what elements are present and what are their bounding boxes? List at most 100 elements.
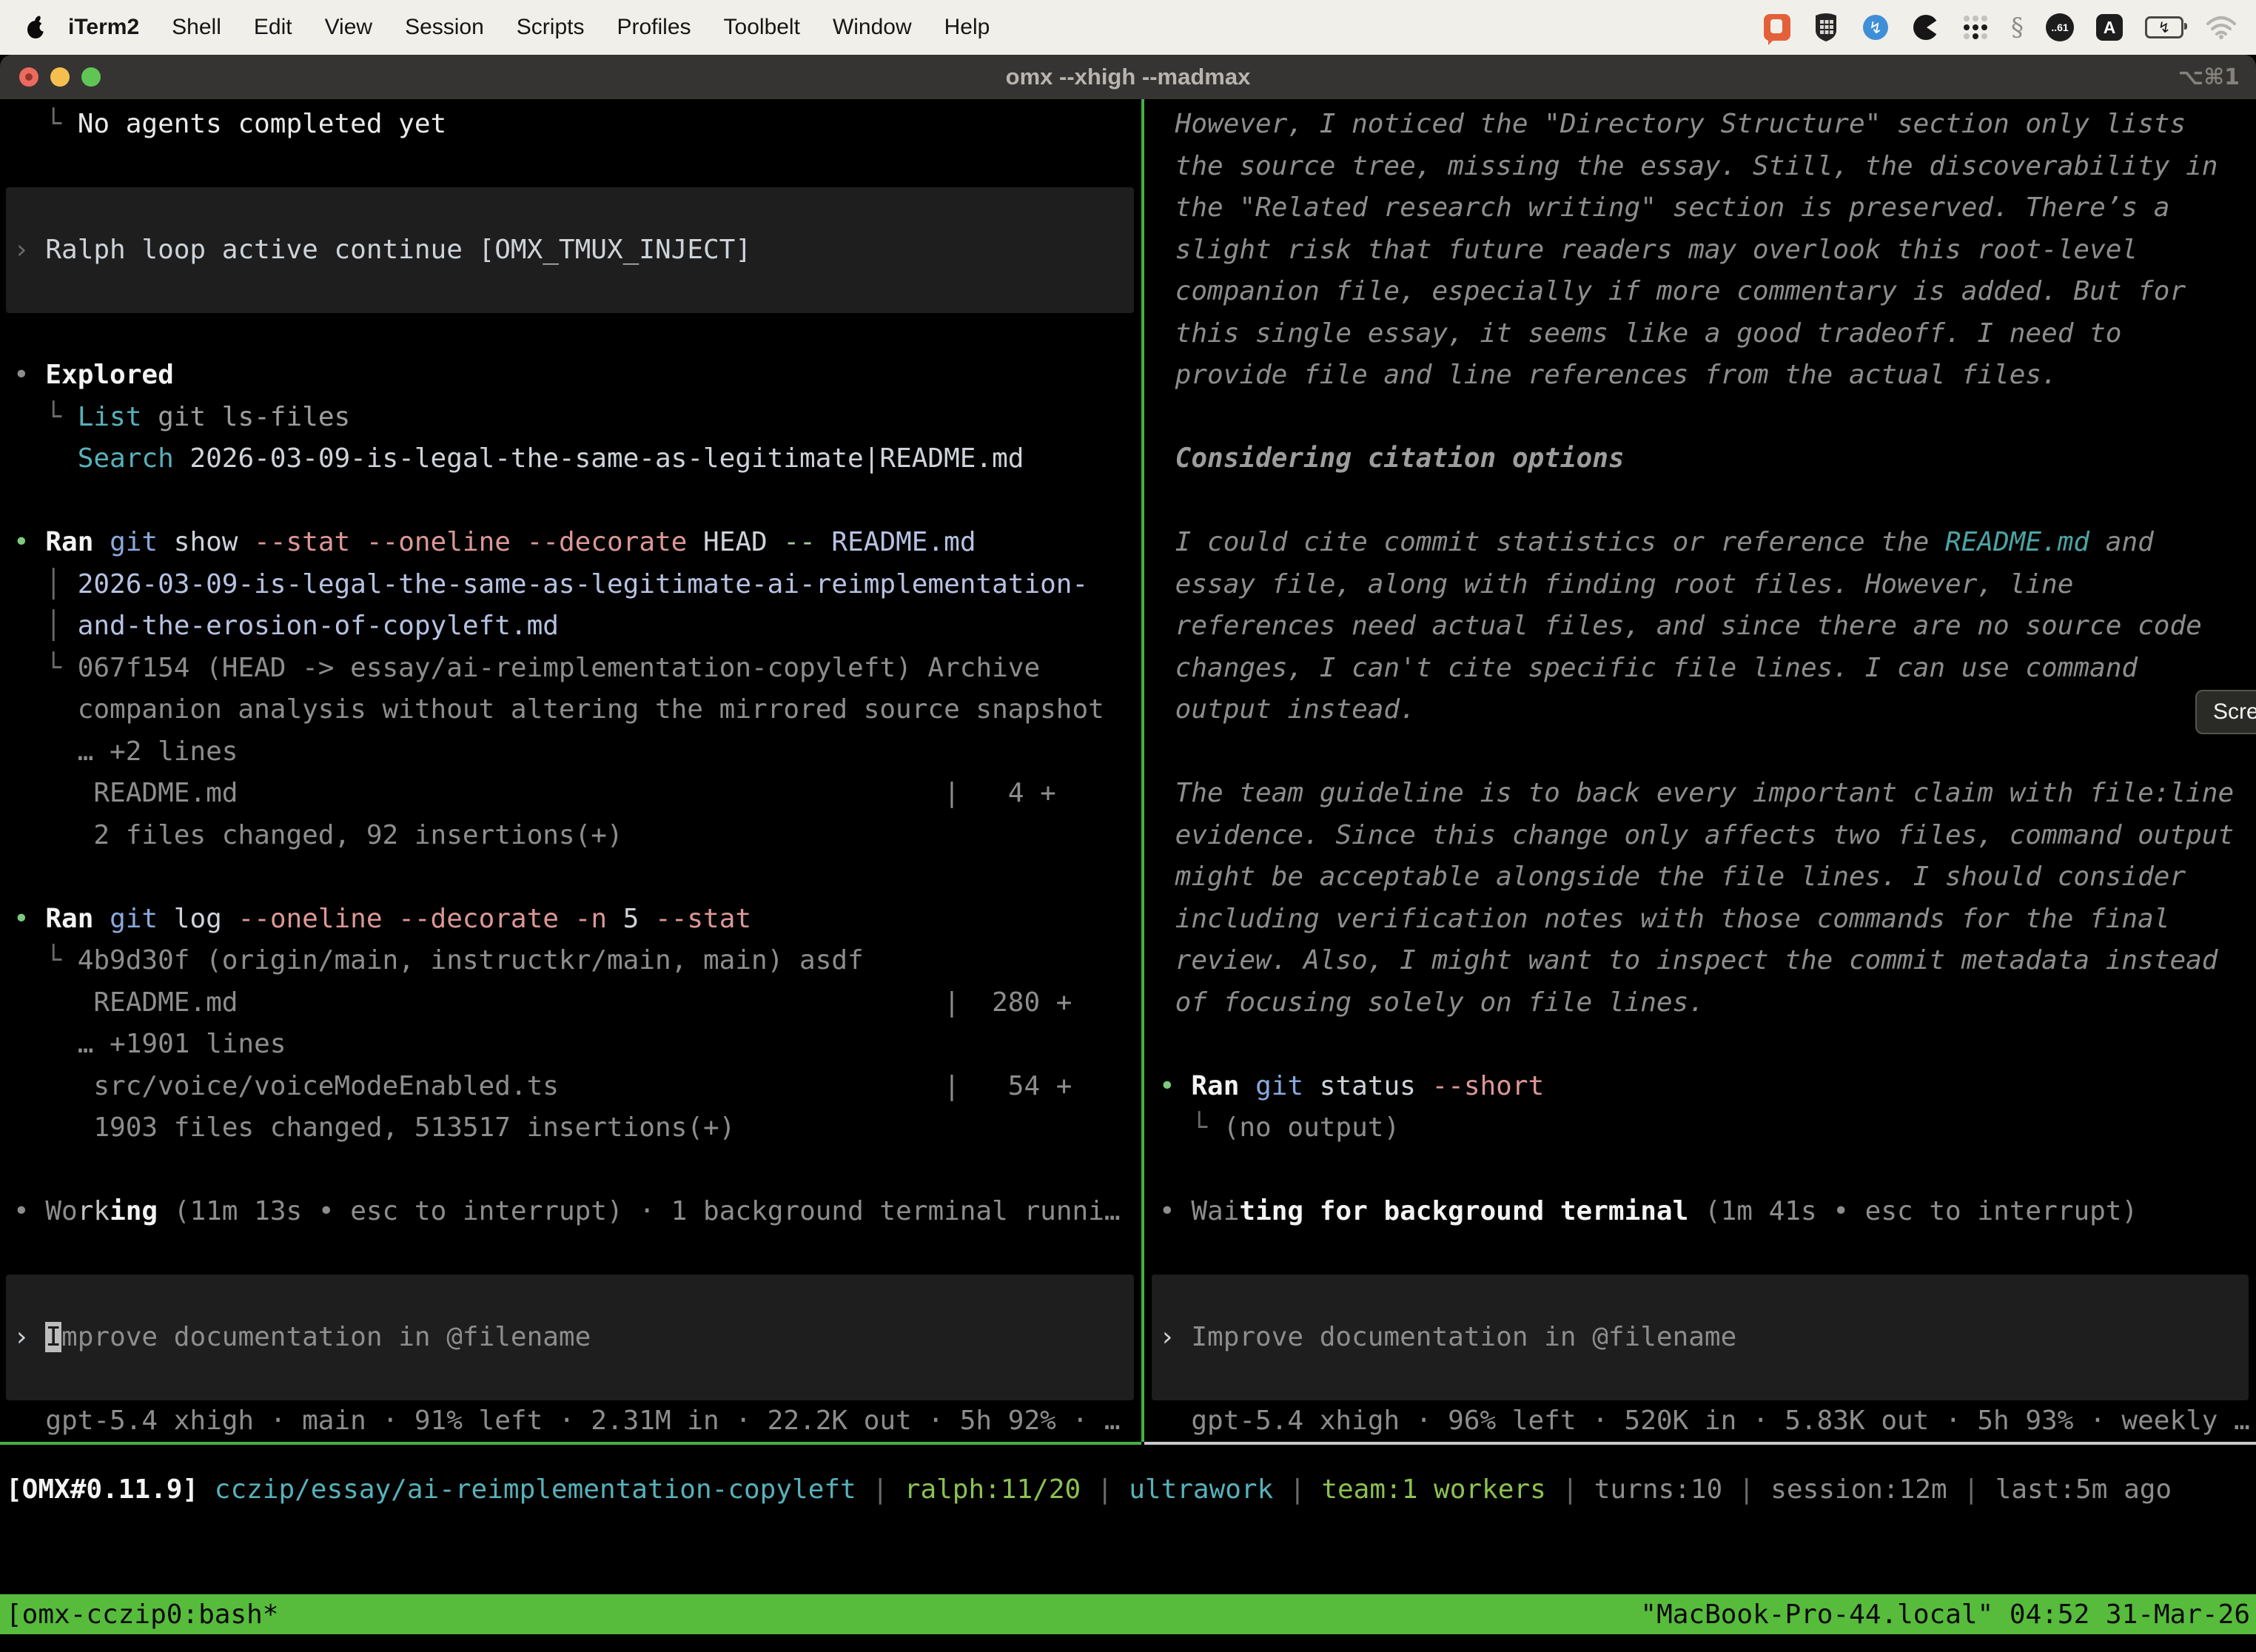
omx-status-bar: [OMX#0.11.9] cczip/essay/ai-reimplementa… [6,1469,2172,1511]
terminal-line: … +2 lines [0,731,1141,773]
chat-badge-icon[interactable] [1764,14,1790,41]
terminal-line: │ and-the-erosion-of-copyleft.md [0,605,1141,648]
menu-items: iTerm2ShellEditViewSessionScriptsProfile… [55,15,1006,40]
terminal-line: companion analysis without altering the … [0,689,1141,731]
terminal-line: • Ran git show --stat --oneline --decora… [0,522,1141,564]
prompt-input-box[interactable]: › Ralph loop active continue [OMX_TMUX_I… [6,187,1134,313]
tmux-session-window-label[interactable]: [omx-cczip0:bash* [6,1599,278,1630]
menu-item-scripts[interactable]: Scripts [500,15,601,40]
terminal-line: gpt-5.4 xhigh · main · 91% left · 2.31M … [0,1400,1141,1443]
terminal-line: • Explored [0,355,1141,397]
terminal-line: companion file, especially if more comme… [1146,271,2256,313]
terminal-line: └ No agents completed yet [0,104,1141,146]
terminal-line: references need actual files, and since … [1146,605,2256,648]
right-pane-bottom-border [1144,1442,2256,1445]
terminal-line: I could cite commit statistics or refere… [1146,522,2256,564]
battery-icon[interactable]: ↯ [2145,16,2183,38]
window-title: omx --xhigh --madmax [0,64,2256,90]
terminal-line: • Ran git log --oneline --decorate -n 5 … [0,899,1141,941]
prompt-input-box[interactable]: › Improve documentation in @filename [1152,1275,2249,1400]
menubar-status-icons: ↯ § ..61 A ↯ [1764,13,2237,42]
terminal-line: review. Also, I might want to inspect th… [1146,940,2256,982]
terminal-line-blank [0,1233,1141,1275]
terminal-line: └ (no output) [1146,1107,2256,1149]
terminal-line: └ 4b9d30f (origin/main, instructkr/main,… [0,940,1141,982]
terminal-line: Search 2026-03-09-is-legal-the-same-as-l… [0,438,1141,480]
prompt-input-line[interactable]: › Ralph loop active continue [OMX_TMUX_I… [6,229,1134,272]
terminal-line-blank [1146,480,2256,523]
terminal-window: omx --xhigh --madmax ⌥⌘1 └ No agents com… [0,55,2256,1652]
hook-icon[interactable]: § [2011,13,2024,42]
menu-item-window[interactable]: Window [816,15,928,40]
menu-item-profiles[interactable]: Profiles [600,15,707,40]
timer-badge-icon[interactable]: ..61 [2046,13,2074,41]
terminal-line: 2 files changed, 92 insertions(+) [0,815,1141,857]
terminal-line: the "Related research writing" section i… [1146,187,2256,229]
menu-bar: iTerm2ShellEditViewSessionScriptsProfile… [0,0,2256,55]
terminal-line: Considering citation options [1146,438,2256,480]
terminal-line: └ List git ls-files [0,397,1141,439]
terminal-line: README.md | 4 + [0,773,1141,815]
menu-item-session[interactable]: Session [389,15,500,40]
pie-circle-icon[interactable] [1912,13,1940,41]
input-source-icon[interactable]: A [2096,14,2123,41]
terminal-line-blank [0,480,1141,523]
screen-toast[interactable]: Scre [2195,690,2256,734]
terminal-line: the source tree, missing the essay. Stil… [1146,146,2256,188]
menu-item-view[interactable]: View [309,15,389,40]
terminal-line: └ 067f154 (HEAD -> essay/ai-reimplementa… [0,648,1141,690]
menu-item-toolbelt[interactable]: Toolbelt [708,15,816,40]
terminal-line-blank [0,146,1141,188]
window-shortcut-hint: ⌥⌘1 [2178,64,2240,90]
terminal-line: changes, I can't cite specific file line… [1146,648,2256,690]
wifi-icon[interactable] [2206,16,2237,39]
prompt-input-line[interactable]: › Improve documentation in @filename [1152,1317,2249,1359]
terminal-line-blank [1146,1233,2256,1275]
terminal-line-blank [0,1149,1141,1192]
terminal-line-blank [0,856,1141,899]
prompt-input-line[interactable]: › Improve documentation in @filename [6,1317,1134,1359]
terminal-line: src/voice/voiceModeEnabled.ts | 54 + [0,1066,1141,1108]
screen-toast-label: Scre [2213,699,2256,725]
blue-seal-icon[interactable]: ↯ [1861,13,1890,41]
terminal-line: output instead. [1146,689,2256,731]
terminal-line: this single essay, it seems like a good … [1146,313,2256,355]
pane-divider[interactable] [1141,99,1144,1442]
terminal-line: of focusing solely on file lines. [1146,982,2256,1024]
terminal-pane-right[interactable]: However, I noticed the "Directory Struct… [1146,104,2256,1442]
desktop: iTerm2ShellEditViewSessionScriptsProfile… [0,0,2256,1652]
terminal-line-blank [1146,731,2256,773]
apple-menu-icon[interactable] [25,15,47,40]
dots-grid-icon[interactable] [1962,14,1989,41]
terminal-line: gpt-5.4 xhigh · 96% left · 520K in · 5.8… [1146,1400,2256,1443]
svg-text:↯: ↯ [1869,19,1882,38]
terminal-line-blank [1146,1149,2256,1192]
terminal-line-blank [1146,1024,2256,1066]
menu-item-iterm2[interactable]: iTerm2 [55,15,155,40]
title-bar[interactable]: omx --xhigh --madmax ⌥⌘1 [0,55,2256,99]
terminal-line: • Working (11m 13s • esc to interrupt) ·… [0,1191,1141,1233]
terminal-content[interactable]: └ No agents completed yet › Ralph loop ac… [0,99,2256,1652]
menu-item-help[interactable]: Help [928,15,1007,40]
terminal-pane-left[interactable]: └ No agents completed yet › Ralph loop ac… [0,104,1141,1442]
terminal-line: README.md | 280 + [0,982,1141,1024]
terminal-line: provide file and line references from th… [1146,355,2256,397]
terminal-line: might be acceptable alongside the file l… [1146,856,2256,899]
keypad-shield-icon[interactable] [1813,13,1839,42]
terminal-line: 1903 files changed, 513517 insertions(+) [0,1107,1141,1149]
tmux-host-clock-label: "MacBook-Pro-44.local" 04:52 31-Mar-26 [1640,1599,2250,1630]
menu-item-edit[interactable]: Edit [238,15,309,40]
terminal-line: evidence. Since this change only affects… [1146,815,2256,857]
left-pane-bottom-border [0,1442,1141,1445]
terminal-line: The team guideline is to back every impo… [1146,773,2256,815]
prompt-input-box[interactable]: › Improve documentation in @filename [6,1275,1134,1400]
tmux-status-bar: [omx-cczip0:bash* "MacBook-Pro-44.local"… [0,1594,2256,1634]
terminal-line: including verification notes with those … [1146,899,2256,941]
terminal-line: slight risk that future readers may over… [1146,229,2256,272]
terminal-line: … +1901 lines [0,1024,1141,1066]
terminal-line: However, I noticed the "Directory Struct… [1146,104,2256,146]
terminal-line: • Waiting for background terminal (1m 41… [1146,1191,2256,1233]
terminal-line-blank [1146,397,2256,439]
terminal-line: │ 2026-03-09-is-legal-the-same-as-legiti… [0,564,1141,606]
menu-item-shell[interactable]: Shell [155,15,238,40]
